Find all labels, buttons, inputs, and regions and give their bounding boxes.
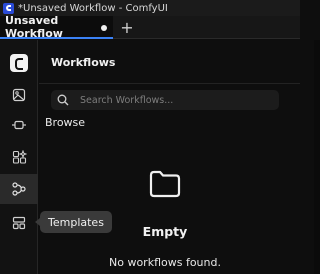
search-box[interactable]: [51, 90, 279, 110]
panel-divider: [39, 83, 300, 84]
sidebar-item-workflows[interactable]: [0, 174, 38, 204]
templates-tooltip: Templates: [35, 211, 112, 233]
tab-label: Unsaved Workflow: [5, 13, 63, 40]
templates-icon: [12, 216, 26, 230]
image-icon: [12, 88, 26, 102]
sparkle-icon: [12, 149, 27, 164]
new-tab-button[interactable]: +: [115, 16, 139, 38]
browse-heading: Browse: [45, 116, 86, 129]
tab-unsaved-workflow[interactable]: Unsaved Workflow: [0, 13, 113, 40]
node-icon: [12, 120, 26, 130]
sidebar-item-nodes[interactable]: [3, 110, 35, 140]
sidebar-rail: [0, 40, 38, 274]
comfy-logo-icon: [10, 54, 28, 72]
unsaved-dot-icon[interactable]: [101, 25, 107, 31]
workflows-panel: Workflows Browse Empty No workflows foun…: [39, 40, 300, 274]
comfyui-logo-icon: [3, 2, 14, 14]
search-input[interactable]: [78, 93, 258, 107]
tab-bar: Unsaved Workflow +: [0, 13, 300, 40]
empty-message: No workflows found.: [109, 256, 221, 269]
search-icon: [57, 94, 69, 106]
sidebar-item-templates[interactable]: [3, 208, 35, 238]
comfy-logo-button[interactable]: [3, 48, 35, 78]
panel-title: Workflows: [51, 56, 116, 69]
sidebar-item-images[interactable]: [3, 80, 35, 110]
window-title: *Unsaved Workflow - ComfyUI: [18, 2, 168, 14]
folder-icon: [148, 170, 182, 202]
panel-edge: [314, 40, 320, 274]
workflow-icon: [12, 182, 26, 196]
sidebar-item-models[interactable]: [3, 142, 35, 172]
